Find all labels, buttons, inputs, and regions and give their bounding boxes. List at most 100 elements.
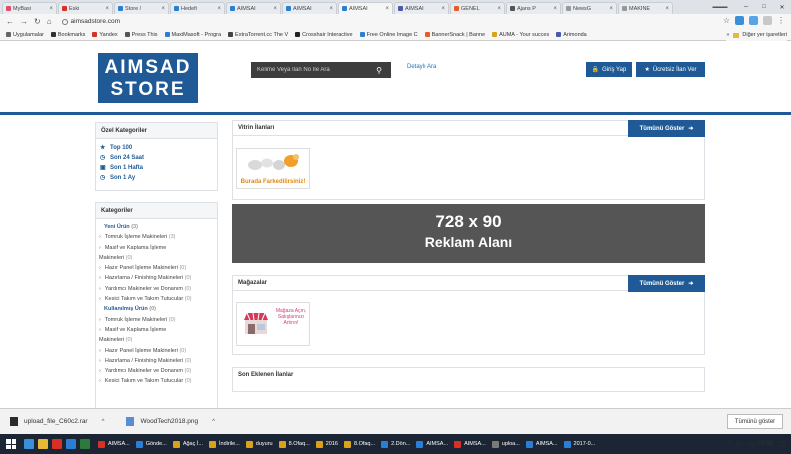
showcase-show-all-button[interactable]: Tümünü Göster ➔ bbox=[628, 120, 705, 137]
browser-tab[interactable]: AIMSAI × bbox=[282, 2, 337, 14]
category-item[interactable]: Kesici Takım ve Takım Tutucular (0) bbox=[99, 294, 217, 304]
other-bookmarks[interactable]: » Diğer yer işaretleri bbox=[726, 29, 787, 41]
category-group[interactable]: Kullanılmış Ürün (0) bbox=[99, 304, 217, 314]
bookmark-item[interactable]: Uygulamalar bbox=[6, 32, 44, 38]
category-item[interactable]: Yardımcı Makineler ve Donanım (0) bbox=[99, 284, 217, 294]
minimize-button[interactable]: ─ bbox=[737, 4, 755, 10]
browser-tab[interactable]: Eski × bbox=[58, 2, 113, 14]
search-input[interactable] bbox=[251, 67, 369, 73]
tab-close-icon[interactable]: × bbox=[217, 6, 221, 12]
menu-icon[interactable]: ⋮ bbox=[777, 16, 785, 25]
taskbar-item[interactable]: AIMSA... bbox=[454, 440, 486, 448]
category-item[interactable]: Masif ve Kaplama İşleme bbox=[99, 325, 217, 335]
tab-close-icon[interactable]: × bbox=[385, 6, 389, 12]
tab-close-icon[interactable]: × bbox=[273, 6, 277, 12]
browser-tab[interactable]: MAKİNE × bbox=[618, 2, 673, 14]
bookmark-item[interactable]: BannerSnack | Banne bbox=[424, 32, 485, 38]
download-item[interactable]: WoodTech2018.png ^ bbox=[126, 417, 215, 426]
detailed-search-link[interactable]: Detaylı Ara bbox=[407, 64, 436, 70]
taskbar-item[interactable]: AIMSA... bbox=[525, 440, 558, 448]
show-all-downloads-button[interactable]: Tümünü göster bbox=[727, 414, 783, 429]
category-item[interactable]: Hazır Panel İşleme Makineleri (0) bbox=[99, 263, 217, 273]
tab-close-icon[interactable]: × bbox=[105, 6, 109, 12]
browser-tab[interactable]: AIMSAI × bbox=[226, 2, 281, 14]
ad-banner[interactable]: 728 x 90 Reklam Alanı bbox=[232, 204, 705, 263]
special-category-item[interactable]: ◷ Son 24 Saat bbox=[100, 153, 217, 163]
tab-close-icon[interactable]: × bbox=[441, 6, 445, 12]
browser-tab[interactable]: GENEL × bbox=[450, 2, 505, 14]
search-icon[interactable]: ⚲ bbox=[369, 62, 389, 78]
category-item[interactable]: Kesici Takım ve Takım Tutucular (0) bbox=[99, 376, 217, 386]
taskbar-item[interactable]: duyuru bbox=[245, 440, 273, 448]
category-item[interactable]: Makineleri (0) bbox=[99, 253, 217, 263]
site-logo[interactable]: AIMSAD STORE bbox=[98, 53, 198, 103]
category-item[interactable]: Masif ve Kaplama İşleme bbox=[99, 243, 217, 253]
bookmark-item[interactable]: Yandex bbox=[92, 32, 118, 38]
taskbar-item[interactable]: Gönde... bbox=[135, 440, 167, 448]
taskbar-item[interactable]: AIMSA... bbox=[416, 440, 448, 448]
reload-icon[interactable]: ↻ bbox=[34, 17, 41, 26]
close-window-button[interactable]: ✕ bbox=[773, 4, 791, 11]
browser-tab[interactable]: AIMSAI × bbox=[394, 2, 449, 14]
browser-tab[interactable]: Store / × bbox=[114, 2, 169, 14]
site-info-icon[interactable] bbox=[61, 18, 68, 25]
category-item[interactable]: Tomruk İşleme Makineleri (0) bbox=[99, 315, 217, 325]
download-item[interactable]: upload_file_C60c2.rar ^ bbox=[10, 417, 104, 426]
home-icon[interactable]: ⌂ bbox=[47, 17, 52, 26]
tray-chevron-icon[interactable]: ^ bbox=[727, 441, 730, 447]
login-button[interactable]: 🔒 Giriş Yap bbox=[586, 62, 632, 77]
bookmark-item[interactable]: ExtraTorrent.cc The V bbox=[228, 32, 288, 38]
category-item[interactable]: Makineleri (0) bbox=[99, 335, 217, 345]
bookmark-item[interactable]: Bookmarks bbox=[50, 32, 85, 38]
network-icon[interactable]: ▭ bbox=[736, 441, 742, 448]
windows-start-icon[interactable] bbox=[6, 439, 16, 449]
category-group[interactable]: Yeni Ürün (3) bbox=[99, 222, 217, 232]
clock[interactable]: 00:56 bbox=[758, 441, 773, 447]
category-item[interactable]: Hazır Panel İşleme Makineleri (0) bbox=[99, 346, 217, 356]
bookmark-item[interactable]: MaxiMasoft - Progra bbox=[164, 32, 221, 38]
special-category-item[interactable]: ◷ Son 1 Ay bbox=[100, 173, 217, 183]
category-item[interactable]: Hazırlama / Finishing Makineleri (0) bbox=[99, 356, 217, 366]
special-category-item[interactable]: ★ Top 100 bbox=[100, 143, 217, 153]
bookmark-item[interactable]: Arimonda bbox=[556, 32, 587, 38]
taskbar-item[interactable]: AIMSA... bbox=[98, 440, 130, 448]
bookmark-item[interactable]: Crosshair Interactive bbox=[295, 32, 353, 38]
browser-tab[interactable]: Hedefi × bbox=[170, 2, 225, 14]
chevron-up-icon[interactable]: ^ bbox=[102, 419, 105, 425]
free-ad-button[interactable]: ★ Ücretsiz İlan Ver bbox=[636, 62, 705, 77]
notification-icon[interactable]: ▢ bbox=[779, 441, 785, 448]
taskbar-item[interactable]: uploa... bbox=[491, 440, 520, 448]
tab-close-icon[interactable]: × bbox=[497, 6, 501, 12]
tab-close-icon[interactable]: × bbox=[49, 6, 53, 12]
tab-close-icon[interactable]: × bbox=[161, 6, 165, 12]
taskbar-item[interactable]: 2.Dön... bbox=[381, 440, 410, 448]
stores-thumbnail[interactable]: Mağaza Açın, Satışlarınızı Artırın! bbox=[236, 302, 310, 346]
taskbar-item[interactable]: 8.Ofaq... bbox=[343, 440, 375, 448]
taskbar-item[interactable]: 2016 bbox=[315, 440, 338, 448]
extension-icon[interactable] bbox=[763, 16, 772, 25]
chevron-up-icon[interactable]: ^ bbox=[212, 419, 215, 425]
url-field[interactable]: aimsadstore.com bbox=[61, 18, 120, 25]
pinned-app-icon[interactable] bbox=[66, 439, 76, 449]
taskbar-item[interactable]: 8.Ofaq... bbox=[278, 440, 310, 448]
browser-tab[interactable]: MyBasi × bbox=[2, 2, 57, 14]
special-category-item[interactable]: ▣ Son 1 Hafta bbox=[100, 163, 217, 173]
tab-close-icon[interactable]: × bbox=[329, 6, 333, 12]
taskbar-item[interactable]: Ağaç İ... bbox=[172, 440, 203, 448]
back-icon[interactable]: ← bbox=[6, 17, 14, 26]
showcase-thumbnail[interactable]: Burada Farkedilirsiniz! bbox=[236, 148, 310, 189]
maximize-button[interactable]: □ bbox=[755, 4, 773, 10]
pinned-app-icon[interactable] bbox=[52, 439, 62, 449]
category-item[interactable]: Hazırlama / Finishing Makineleri (0) bbox=[99, 273, 217, 283]
volume-icon[interactable]: ◁ bbox=[748, 441, 753, 448]
category-item[interactable]: Tomruk İşleme Makineleri (3) bbox=[99, 232, 217, 242]
pinned-app-icon[interactable] bbox=[38, 439, 48, 449]
extension-icon[interactable] bbox=[749, 16, 758, 25]
browser-tab[interactable]: AIMSAI × bbox=[338, 2, 393, 14]
bookmark-item[interactable]: Free Online Image C bbox=[359, 32, 418, 38]
stores-show-all-button[interactable]: Tümünü Göster ➔ bbox=[628, 275, 705, 292]
bookmark-item[interactable]: Press This bbox=[124, 32, 158, 38]
taskbar-item[interactable]: İndirile... bbox=[209, 440, 240, 448]
browser-tab[interactable]: NewsG × bbox=[562, 2, 617, 14]
bookmark-star-icon[interactable]: ☆ bbox=[723, 16, 730, 25]
